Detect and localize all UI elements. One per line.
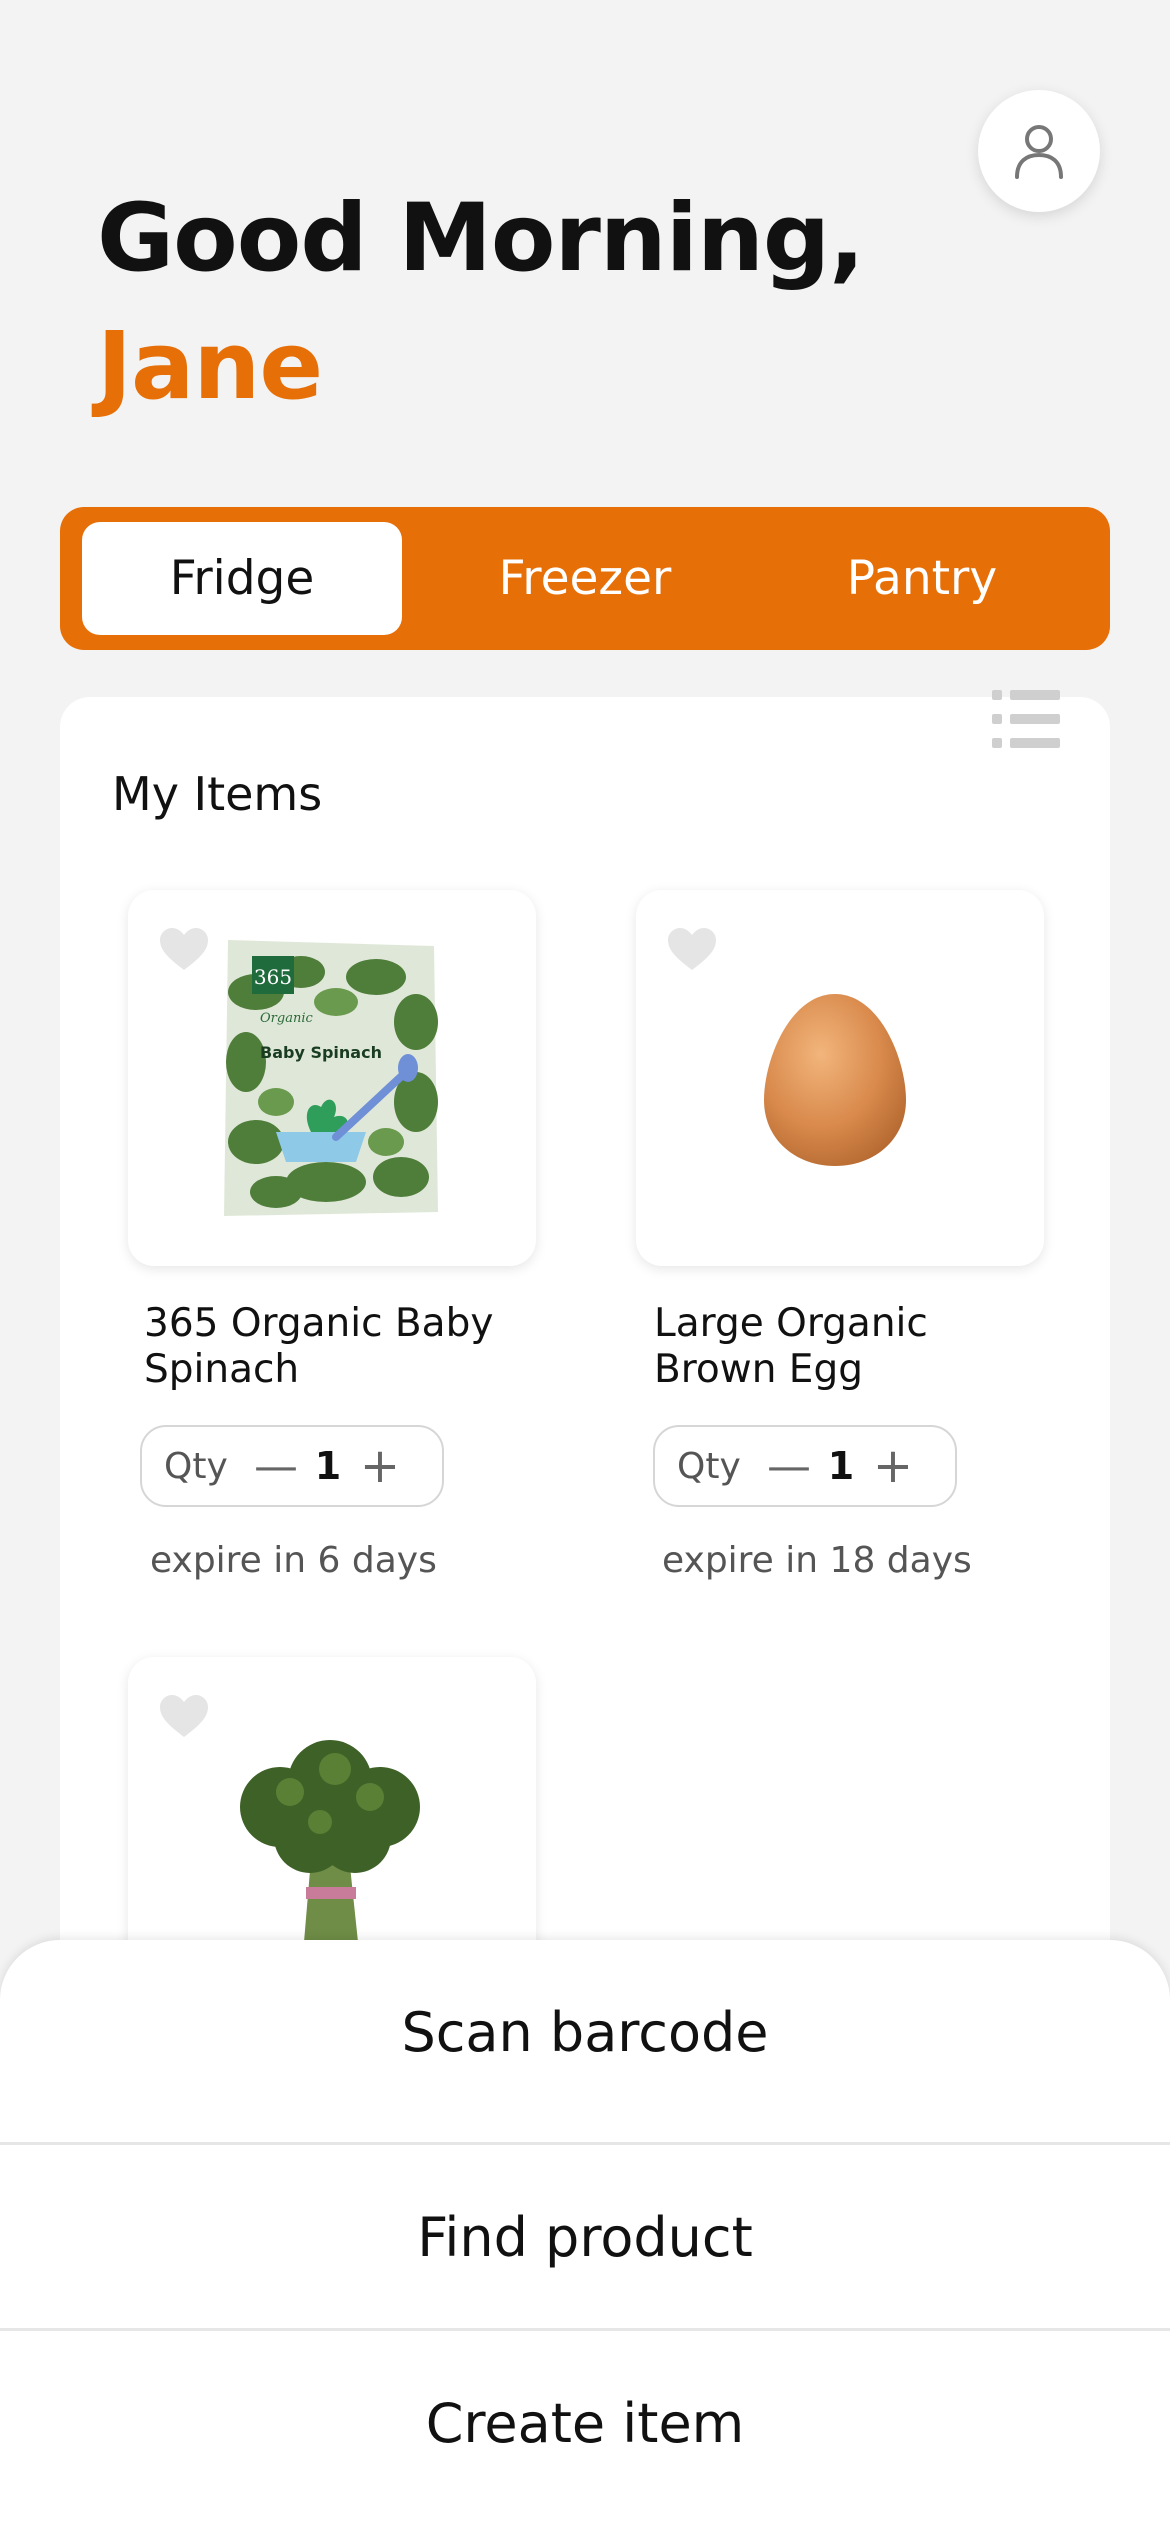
qty-value: 1: [827, 1444, 855, 1488]
expiry-text: expire in 6 days: [150, 1540, 437, 1581]
action-sheet: Scan barcode Find product Create item: [0, 1940, 1170, 2532]
package-label-organic: Organic: [260, 1011, 313, 1026]
package-brand: 365: [254, 965, 292, 989]
heart-icon[interactable]: [158, 926, 210, 972]
greeting-line: Good Morning,: [97, 184, 865, 293]
tab-pantry[interactable]: Pantry: [762, 522, 1082, 635]
increment-button[interactable]: +: [348, 1438, 412, 1494]
item-name: 365 Organic Baby Spinach: [144, 1301, 494, 1392]
find-product-button[interactable]: Find product: [0, 2145, 1170, 2330]
heart-icon[interactable]: [666, 926, 718, 972]
greeting: Good Morning, Jane: [97, 175, 865, 431]
expiry-text: expire in 18 days: [662, 1540, 972, 1581]
heart-icon[interactable]: [158, 1693, 210, 1739]
list-view-icon[interactable]: [992, 690, 1060, 748]
create-item-button[interactable]: Create item: [0, 2331, 1170, 2516]
broccoli-image: [240, 1740, 420, 1942]
item-image-card[interactable]: 365 Organic Baby Spinach: [128, 890, 536, 1266]
package-label-product: Baby Spinach: [260, 1043, 382, 1062]
decrement-button[interactable]: —: [244, 1441, 308, 1492]
profile-button[interactable]: [978, 90, 1100, 212]
qty-label: Qty: [677, 1445, 741, 1487]
quantity-stepper: Qty — 1 +: [653, 1425, 957, 1507]
spinach-image: 365 Organic Baby Spinach: [224, 940, 438, 1216]
egg-image: [764, 994, 906, 1166]
panel-title: My Items: [112, 767, 323, 821]
tab-freezer[interactable]: Freezer: [425, 522, 745, 635]
storage-tabs: Fridge Freezer Pantry: [60, 507, 1110, 650]
scan-barcode-button[interactable]: Scan barcode: [0, 1940, 1170, 2125]
decrement-button[interactable]: —: [757, 1441, 821, 1492]
item-image-card[interactable]: [636, 890, 1044, 1266]
items-panel: My Items 365 Organic Baby Spinach 365 Or…: [60, 697, 1110, 2033]
tab-fridge[interactable]: Fridge: [82, 522, 402, 635]
qty-label: Qty: [164, 1445, 228, 1487]
quantity-stepper: Qty — 1 +: [140, 1425, 444, 1507]
user-name: Jane: [97, 312, 323, 421]
user-icon: [1015, 125, 1063, 179]
qty-value: 1: [314, 1444, 342, 1488]
increment-button[interactable]: +: [861, 1438, 925, 1494]
item-name: Large Organic Brown Egg: [654, 1301, 928, 1392]
